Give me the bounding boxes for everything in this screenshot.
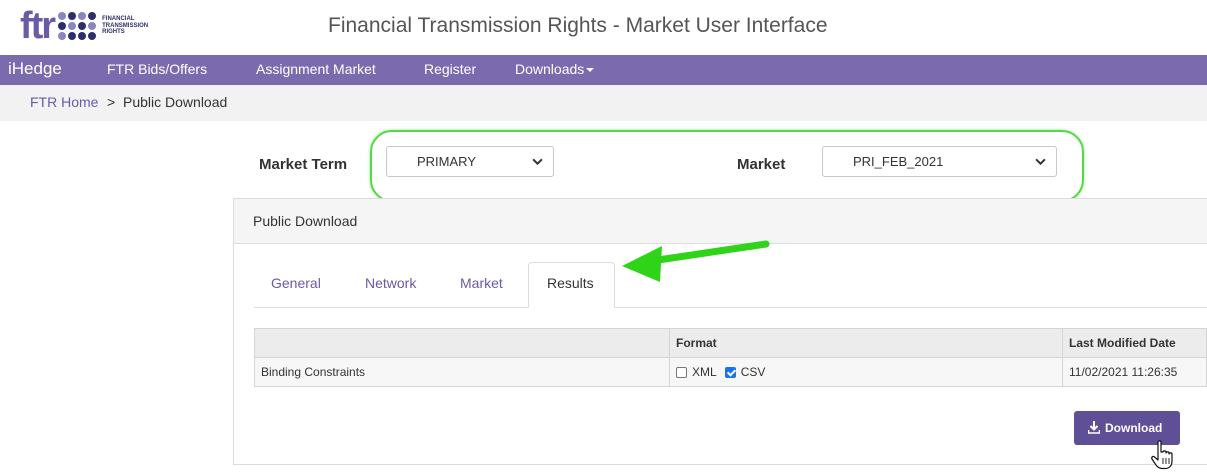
green-highlight-outline [370,130,1084,202]
nav-item-downloads[interactable]: Downloads [515,55,595,85]
ftr-logo[interactable]: ftr FINANCIAL TRANSMISSION RIGHTS [20,5,149,47]
table-header-format: Format [669,328,1063,358]
nav-item-downloads-label: Downloads [515,61,585,77]
tab-network[interactable]: Network [365,275,416,291]
green-arrow-annotation [622,240,770,282]
logo-subtitle: FINANCIAL TRANSMISSION RIGHTS [102,16,149,36]
logo-dots-icon [58,12,97,40]
caret-down-icon [586,68,595,73]
nav-item-register[interactable]: Register [424,55,476,85]
tab-results[interactable]: Results [528,262,615,308]
breadcrumb-current: Public Download [123,94,228,110]
table-row: Binding Constraints XML CSV 11/02/2021 11… [254,357,1207,387]
panel-title: Public Download [253,213,358,229]
hand-pointer-icon [1151,440,1173,470]
csv-label: CSV [740,365,766,380]
market-term-label: Market Term [259,156,348,173]
xml-checkbox[interactable] [676,366,687,378]
breadcrumb-separator: > [107,94,116,110]
download-button-label: Download [1105,421,1163,435]
tab-market[interactable]: Market [460,275,503,291]
table-header-name [254,328,670,358]
tab-general[interactable]: General [271,275,321,291]
row-modified: 11/02/2021 11:26:35 [1062,357,1207,387]
logo-wordmark: ftr [20,5,56,47]
xml-label: XML [692,365,717,380]
nav-brand-ihedge[interactable]: iHedge [8,55,62,85]
table-header-last-modified: Last Modified Date [1062,328,1207,358]
nav-item-ftr-bids-offers[interactable]: FTR Bids/Offers [107,55,207,85]
tab-results-label: Results [547,275,594,291]
download-icon [1088,421,1100,434]
row-format: XML CSV [669,357,1063,387]
main-navbar: iHedge FTR Bids/Offers Assignment Market… [0,55,1207,85]
results-table: Format Last Modified Date Binding Constr… [254,328,1207,387]
tabs-divider [254,307,1207,308]
csv-checkbox[interactable] [724,366,736,378]
table-header-row: Format Last Modified Date [254,328,1207,358]
breadcrumb-home-link[interactable]: FTR Home [30,94,98,110]
row-name: Binding Constraints [254,357,670,387]
app-title: Financial Transmission Rights - Market U… [328,14,828,37]
breadcrumb: FTR Home > Public Download [0,85,1207,121]
nav-item-assignment-market[interactable]: Assignment Market [256,55,376,85]
